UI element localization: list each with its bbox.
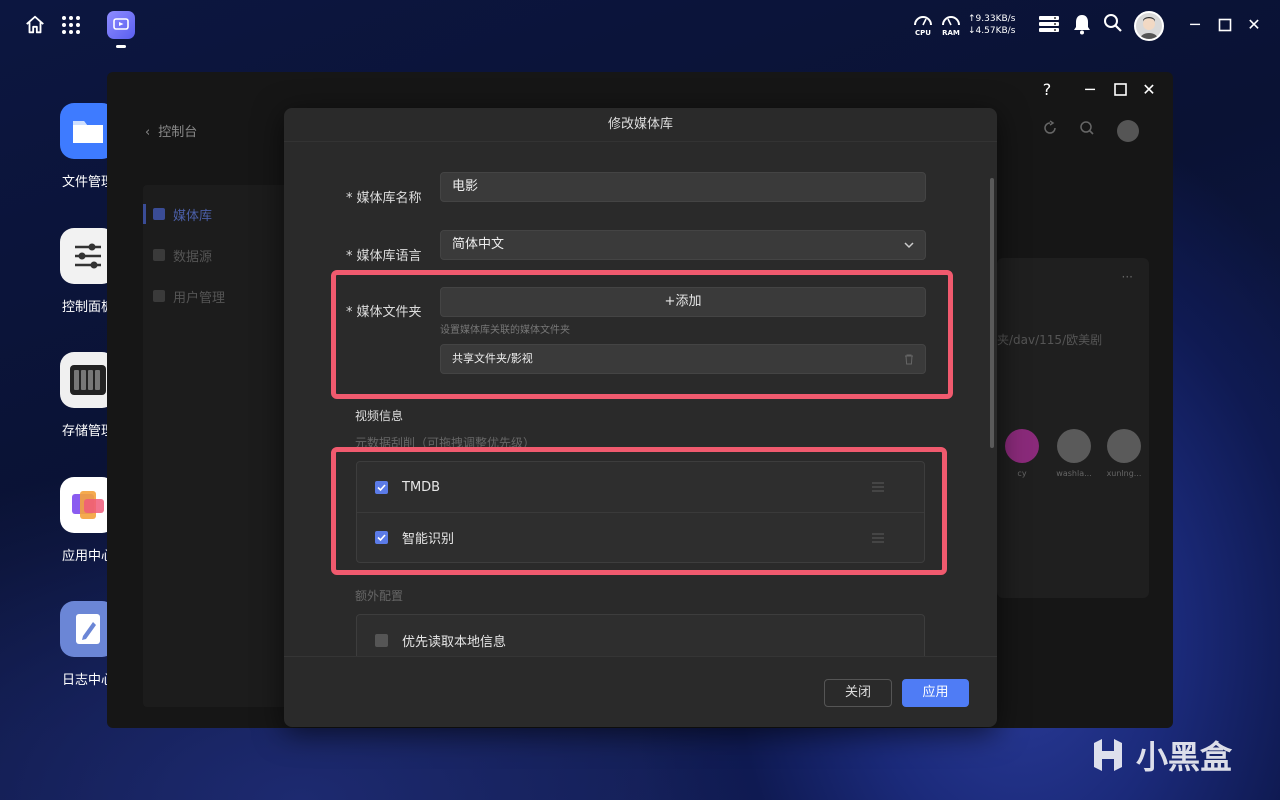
extra-config-title: 额外配置 [355, 589, 404, 603]
refresh-icon[interactable] [1042, 120, 1062, 140]
sidebar-item-label: 用户管理 [173, 290, 226, 306]
close-icon[interactable]: ✕ [1244, 15, 1264, 35]
data-source-icon [153, 249, 165, 261]
avatar [1107, 429, 1141, 463]
ram-label: RAM [942, 29, 960, 37]
network-speed: ↑9.33KB/s ↓4.57KB/s [968, 13, 1015, 37]
folder-highlight-box [331, 270, 953, 399]
watermark-logo-icon [1094, 739, 1122, 771]
sidebar-item-data-source[interactable]: 数据源 [153, 243, 212, 267]
chevron-down-icon [904, 242, 914, 249]
bg-user-name: cy [1017, 469, 1027, 478]
extra-options-list: 优先读取本地信息 [356, 614, 925, 656]
sidebar-item-user-management[interactable]: 用户管理 [153, 284, 225, 308]
more-icon[interactable]: ··· [1122, 270, 1133, 284]
minimize-icon[interactable]: ─ [1185, 15, 1205, 35]
option-row-local-info[interactable]: 优先读取本地信息 [357, 615, 924, 656]
language-selected-value: 简体中文 [452, 237, 505, 252]
window-close-icon[interactable]: ✕ [1139, 80, 1159, 100]
sidebar-item-media-library[interactable]: 媒体库 [142, 202, 213, 226]
home-icon[interactable] [22, 12, 48, 38]
back-button[interactable]: ‹ 控制台 [145, 121, 197, 140]
option-label: 优先读取本地信息 [402, 634, 507, 650]
back-label: 控制台 [158, 125, 198, 140]
apps-grid-icon[interactable] [58, 12, 84, 38]
maximize-icon[interactable] [1215, 15, 1235, 35]
search-icon[interactable] [1103, 13, 1127, 37]
avatar [1057, 429, 1091, 463]
name-label: * 媒体库名称 [346, 191, 422, 206]
watermark-text: 小黑盒 [1136, 738, 1233, 776]
library-card-background: ··· [997, 258, 1149, 598]
cpu-label: CPU [915, 29, 931, 37]
media-app-taskbar-icon[interactable] [104, 8, 138, 48]
language-label-text: 媒体库语言 [356, 249, 422, 264]
bell-icon[interactable] [1072, 13, 1096, 37]
net-upload: ↑9.33KB/s [968, 14, 1016, 24]
ram-meter[interactable]: RAM [938, 12, 964, 40]
avatar [1005, 429, 1039, 463]
server-icon[interactable] [1038, 13, 1062, 37]
sidebar-item-label: 数据源 [173, 249, 213, 265]
scraper-highlight-box [331, 447, 947, 575]
bg-user-name: washla... [1056, 469, 1092, 478]
name-label-text: 媒体库名称 [356, 191, 422, 206]
dialog-title: 修改媒体库 [284, 108, 997, 142]
language-select[interactable]: 简体中文 [440, 230, 926, 260]
window-avatar[interactable] [1117, 120, 1139, 142]
watermark: 小黑盒 [1088, 732, 1232, 778]
dialog-footer: 关闭 应用 [284, 656, 997, 727]
bg-user: xunlng... [1105, 429, 1143, 478]
bg-user: washla... [1055, 429, 1093, 478]
apply-button[interactable]: 应用 [902, 679, 969, 707]
user-management-icon [153, 290, 165, 302]
video-info-title: 视频信息 [355, 409, 404, 423]
top-bar: CPU RAM ↑9.33KB/s ↓4.57KB/s ─ ✕ [0, 0, 1280, 50]
bg-user-name: xunlng... [1106, 469, 1142, 478]
chevron-left-icon: ‹ [145, 125, 151, 140]
window-maximize-icon[interactable] [1110, 80, 1130, 100]
scrollbar[interactable] [990, 178, 994, 448]
user-avatar[interactable] [1134, 11, 1164, 41]
sidebar-item-label: 媒体库 [173, 208, 213, 224]
edit-media-library-dialog: 修改媒体库 * 媒体库名称 电影 * 媒体库语言 简体中文 * 媒体文件夹 +添加 设… [284, 108, 997, 727]
cpu-meter[interactable]: CPU [910, 12, 936, 40]
background-path: 夹/dav/115/欧美剧 [997, 333, 1103, 347]
dialog-body: * 媒体库名称 电影 * 媒体库语言 简体中文 * 媒体文件夹 +添加 设置媒体库关联… [284, 142, 997, 656]
bg-user: cy [1003, 429, 1041, 478]
help-icon[interactable]: ? [1037, 80, 1057, 100]
net-download: ↓4.57KB/s [968, 26, 1016, 36]
sidebar: 媒体库 数据源 用户管理 [142, 185, 293, 707]
language-label: * 媒体库语言 [346, 249, 422, 264]
window-minimize-icon[interactable]: ─ [1080, 80, 1100, 100]
window-search-icon[interactable] [1079, 120, 1099, 140]
media-library-icon [153, 208, 165, 220]
close-button[interactable]: 关闭 [824, 679, 892, 707]
checkbox-unchecked[interactable] [375, 633, 388, 647]
library-name-input[interactable]: 电影 [440, 172, 926, 202]
